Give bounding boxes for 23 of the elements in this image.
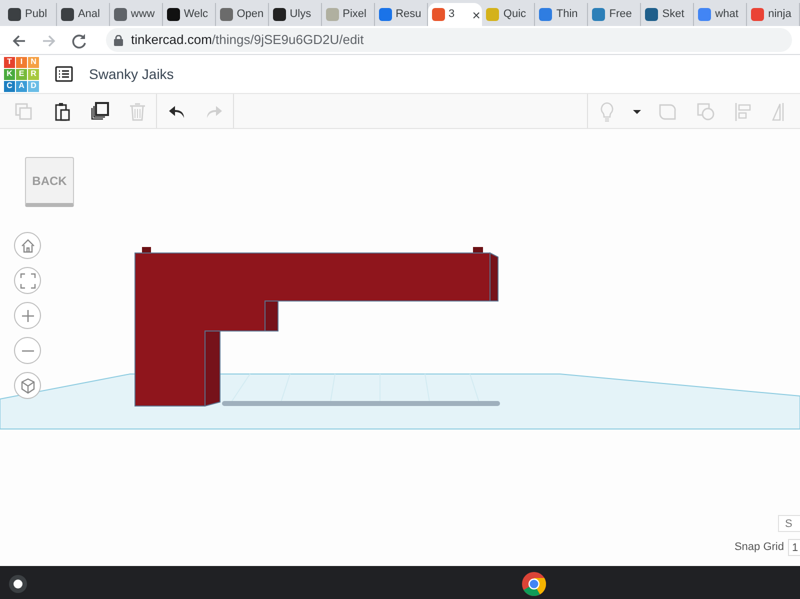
logo-tile: A xyxy=(16,80,27,92)
snap-grid-label: Snap Grid xyxy=(734,540,784,556)
settings-button[interactable]: S xyxy=(778,515,800,532)
launcher-icon[interactable] xyxy=(8,574,28,594)
logo-tile: C xyxy=(4,80,15,92)
duplicate-icon[interactable] xyxy=(89,100,109,122)
project-title[interactable]: Swanky Jaiks xyxy=(89,64,174,84)
address-bar[interactable]: tinkercad.com/things/9jSE9u6GD2U/edit xyxy=(106,28,792,52)
lock-icon xyxy=(114,34,123,46)
logo-tile: T xyxy=(4,56,15,68)
list-icon[interactable] xyxy=(55,66,73,82)
logo-tile: R xyxy=(28,68,39,80)
logo-tile: E xyxy=(16,68,27,80)
fit-icon[interactable] xyxy=(18,270,38,290)
logo-tile: I xyxy=(16,56,27,68)
logo-tile: D xyxy=(28,80,39,92)
browser-tab[interactable]: 3 × xyxy=(428,3,482,26)
url-text: tinkercad.com/things/9jSE9u6GD2U/edit xyxy=(131,31,364,50)
logo-tile: K xyxy=(4,68,15,80)
close-icon[interactable]: × xyxy=(472,8,480,22)
logo-tile: N xyxy=(28,56,39,68)
snap-grid-field[interactable]: 1 xyxy=(788,539,800,556)
chrome-icon[interactable] xyxy=(521,571,547,597)
